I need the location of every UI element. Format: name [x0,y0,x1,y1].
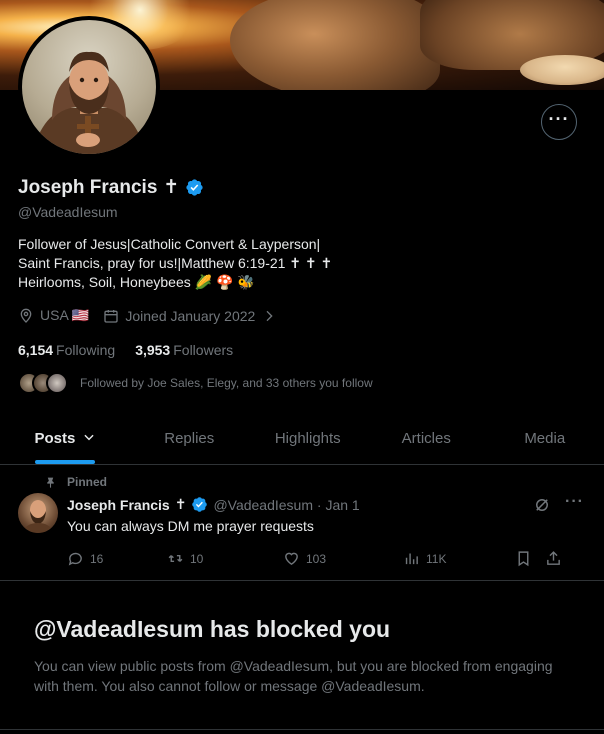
cross-glyph: ✝ [163,177,180,198]
post-text: You can always DM me prayer requests [67,518,314,534]
tab-highlights[interactable]: Highlights [249,416,368,464]
views-button[interactable]: 11K [403,550,515,567]
blocked-body: You can view public posts from @VadeadIe… [34,658,553,694]
divider [0,729,604,730]
grok-icon[interactable] [533,496,551,514]
follower-avatars [18,372,68,394]
like-count: 103 [306,551,327,566]
more-options-button[interactable]: ··· [541,104,577,140]
post-header: Joseph Francis ✝ @VadeadIesum · Jan 1 [67,496,360,513]
profile-meta: USA 🇺🇸 Joined January 2022 [18,307,277,324]
profile-bio: Follower of Jesus|Catholic Convert & Lay… [18,235,332,292]
bookmark-icon [518,551,529,567]
bio-line: Heirlooms, Soil, Honeybees 🌽 🍄 🐝 [18,274,255,290]
banner-rock [230,0,440,90]
tab-label: Highlights [274,430,341,447]
profile-tabs: Posts Replies Highlights Articles Media [0,416,604,465]
views-count: 11K [426,551,447,566]
following-link[interactable]: 6,154 Following [18,342,115,358]
post-action-bar: 16 10 103 11K [67,550,587,567]
reply-icon [68,552,82,566]
pinned-label: Pinned [67,475,108,489]
followers-count: 3,953 [135,342,171,358]
avatar-image [22,20,156,154]
pin-icon [47,477,54,488]
followers-label: Followers [173,342,234,358]
tab-label: Media [524,430,566,447]
pinned-indicator: Pinned [44,475,107,489]
following-count: 6,154 [18,342,54,358]
views-chart-icon [405,553,418,565]
location-text: USA 🇺🇸 [40,307,90,323]
post-author-name[interactable]: Joseph Francis [67,497,170,513]
chevron-down-icon [83,434,94,441]
bio-line: Follower of Jesus|Catholic Convert & Lay… [18,236,321,252]
display-name: Joseph Francis [18,176,158,198]
followed-by-text: Followed by Joe Sales, Elegy, and 33 oth… [80,376,373,390]
active-tab-indicator [35,460,95,464]
profile-name-row: Joseph Francis ✝ [18,176,204,199]
calendar-icon [104,309,119,323]
location: USA 🇺🇸 [18,307,89,324]
follower-avatar [46,372,68,394]
post-top-actions: ··· [533,493,584,514]
post-more-icon[interactable]: ··· [565,493,584,511]
followed-by[interactable]: Followed by Joe Sales, Elegy, and 33 oth… [18,372,373,394]
tab-label: Posts [34,430,76,447]
repost-count: 10 [190,551,204,566]
repost-button[interactable]: 10 [167,550,283,567]
reply-button[interactable]: 16 [67,550,167,567]
pinned-post[interactable]: Pinned Joseph Francis ✝ @VadeadIesum · J… [0,466,604,581]
post-cross-glyph: ✝ [174,496,187,512]
tab-posts[interactable]: Posts [0,416,130,464]
reply-count: 16 [90,551,104,566]
bookmark-button[interactable] [515,550,545,567]
blocked-title: @VadeadIesum has blocked you [34,616,391,642]
tab-label: Articles [401,430,451,447]
joined-date[interactable]: Joined January 2022 [103,308,277,324]
verified-badge-icon[interactable] [185,178,204,197]
repost-icon [168,554,183,563]
like-button[interactable]: 103 [283,550,403,567]
post-author-avatar[interactable] [18,493,58,533]
following-label: Following [56,342,116,358]
verified-badge-icon[interactable] [191,496,208,513]
profile-handle: @VadeadIesum [18,204,118,220]
post-handle-date[interactable]: @VadeadIesum · Jan 1 [213,497,359,513]
chevron-right-icon [266,310,273,321]
share-icon [547,551,560,565]
follow-counts: 6,154 Following 3,953 Followers [18,342,233,358]
profile-avatar[interactable] [18,16,160,158]
tab-label: Replies [164,430,215,447]
bio-line: Saint Francis, pray for us!|Matthew 6:19… [18,255,333,271]
heart-icon [285,552,298,566]
followers-link[interactable]: 3,953 Followers [135,342,233,358]
blocked-notice: @VadeadIesum has blocked you You can vie… [34,616,564,696]
share-button[interactable] [545,550,565,567]
more-icon: ··· [548,109,570,129]
tab-articles[interactable]: Articles [367,416,486,464]
location-pin-icon [20,308,32,323]
tab-media[interactable]: Media [486,416,604,464]
banner-bread [520,55,604,85]
joined-text: Joined January 2022 [125,307,256,324]
tab-replies[interactable]: Replies [130,416,249,464]
